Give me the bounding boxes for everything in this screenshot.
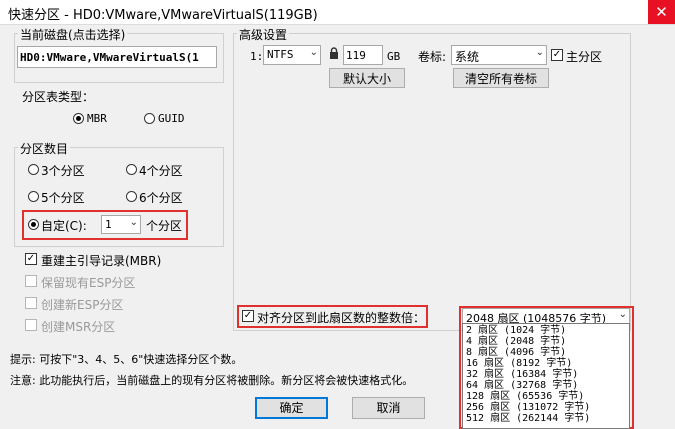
advanced-group (233, 33, 631, 331)
custom-count-suffix: 个分区 (146, 219, 183, 233)
chevron-down-icon: ⌄ (129, 217, 138, 228)
rebuild-mbr-checkbox[interactable]: ✓ (25, 253, 37, 265)
filesystem-value: NTFS (267, 48, 294, 61)
primary-partition-checkbox[interactable]: ✓ (551, 49, 563, 61)
mbr-label: MBR (87, 112, 107, 125)
custom-count-radio[interactable] (28, 219, 39, 230)
keep-esp-label: 保留现有ESP分区 (41, 276, 136, 290)
align-checkbox[interactable]: ✓ (242, 310, 254, 322)
radio-4-partitions[interactable] (126, 164, 137, 175)
partition-row-label: 1: (250, 50, 264, 63)
chevron-down-icon: ⌄ (309, 47, 318, 58)
create-msr-checkbox[interactable] (25, 319, 37, 331)
tip-text: 提示: 可按下"3、4、5、6"快速选择分区个数。 (10, 353, 243, 366)
note-text: 注意: 此功能执行后，当前磁盘上的现有分区将被删除。新分区将会被快速格式化。 (10, 374, 414, 387)
volume-label-dropdown[interactable]: 系统 ⌄ (451, 45, 547, 65)
lock-icon[interactable] (329, 47, 339, 63)
custom-count-dropdown[interactable]: 1 ⌄ (101, 215, 141, 234)
title-bar: 快速分区 - HD0:VMware,VMwareVirtualS(119GB) … (0, 0, 675, 25)
clear-labels-button[interactable]: 清空所有卷标 (453, 68, 549, 88)
mbr-radio[interactable] (73, 113, 84, 124)
keep-esp-checkbox[interactable] (25, 275, 37, 287)
guid-label: GUID (158, 112, 185, 125)
create-esp-checkbox[interactable] (25, 297, 37, 309)
size-unit: GB (387, 50, 401, 63)
list-item[interactable]: 512 扇区 (262144 字节) (466, 413, 590, 425)
guid-radio[interactable] (144, 113, 155, 124)
align-label: 对齐分区到此扇区数的整数倍： (257, 311, 426, 325)
window-title: 快速分区 - HD0:VMware,VMwareVirtualS(119GB) (8, 8, 318, 23)
chevron-down-icon: ⌄ (535, 47, 544, 58)
label-3-partitions: 3个分区 (41, 164, 85, 178)
close-button[interactable]: ✕ (648, 0, 675, 24)
size-input[interactable]: 119 (343, 45, 383, 65)
radio-6-partitions[interactable] (126, 191, 137, 202)
partition-table-label: 分区表类型： (22, 90, 95, 104)
chevron-down-icon: ⌄ (618, 309, 627, 320)
radio-3-partitions[interactable] (28, 164, 39, 175)
volume-label-value: 系统 (455, 50, 480, 64)
rebuild-mbr-label: 重建主引导记录(MBR) (41, 254, 162, 268)
primary-partition-label: 主分区 (566, 50, 603, 64)
create-msr-label: 创建MSR分区 (41, 320, 116, 334)
disk-selector[interactable]: HD0:VMware,VMwareVirtualS(1 (17, 46, 217, 68)
volume-label-caption: 卷标: (418, 50, 447, 64)
label-4-partitions: 4个分区 (139, 164, 183, 178)
radio-5-partitions[interactable] (28, 191, 39, 202)
cancel-button[interactable]: 取消 (352, 397, 425, 419)
disk-group-title: 当前磁盘(点击选择) (18, 26, 128, 43)
custom-count-label: 自定(C): (41, 219, 87, 233)
default-size-button[interactable]: 默认大小 (329, 68, 405, 88)
label-6-partitions: 6个分区 (139, 191, 183, 205)
ok-button[interactable]: 确定 (255, 397, 328, 419)
close-icon: ✕ (655, 3, 668, 21)
filesystem-dropdown[interactable]: NTFS ⌄ (263, 45, 321, 65)
label-5-partitions: 5个分区 (41, 191, 85, 205)
sector-dropdown[interactable]: 2048 扇区 (1048576 字节) ⌄ (462, 308, 630, 325)
sector-list[interactable]: 2 扇区 (1024 字节) 4 扇区 (2048 字节) 8 扇区 (4096… (462, 323, 630, 429)
create-esp-label: 创建新ESP分区 (41, 298, 124, 312)
partition-count-title: 分区数目 (18, 140, 71, 157)
size-value: 119 (346, 49, 366, 62)
advanced-title: 高级设置 (237, 26, 290, 43)
custom-count-value: 1 (105, 218, 112, 231)
disk-selector-value: HD0:VMware,VMwareVirtualS(1 (20, 51, 199, 64)
